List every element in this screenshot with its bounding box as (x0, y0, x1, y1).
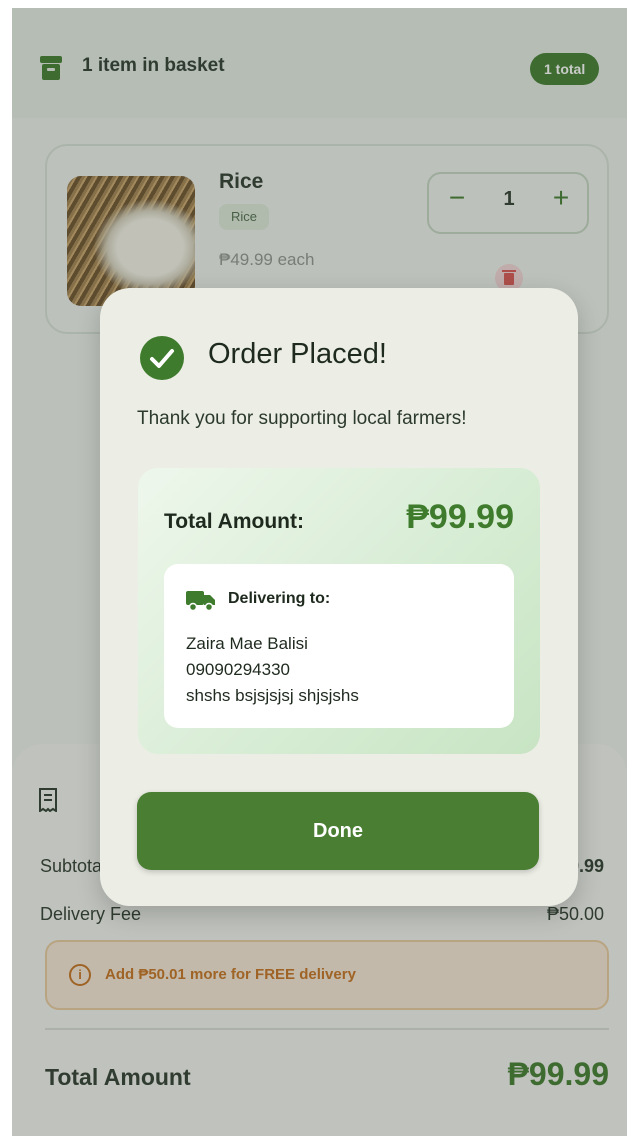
order-placed-dialog: Order Placed! Thank you for supporting l… (100, 288, 578, 906)
delivery-info-card: Delivering to: Zaira Mae Balisi 09090294… (164, 564, 514, 728)
app-screen: 1 item in basket 1 total Rice Rice ₱49.9… (12, 8, 627, 1136)
total-amount-card: Total Amount: ₱99.99 Delivering to: Zair… (138, 468, 540, 754)
dialog-amount-value: ₱99.99 (406, 498, 514, 536)
dialog-title: Order Placed! (208, 338, 387, 370)
recipient-phone: 09090294330 (186, 660, 291, 679)
recipient-name: Zaira Mae Balisi (186, 634, 308, 653)
dialog-amount-label: Total Amount: (164, 510, 304, 533)
delivery-heading: Delivering to: (228, 590, 331, 607)
dialog-subtitle: Thank you for supporting local farmers! (137, 408, 467, 429)
done-button[interactable]: Done (137, 792, 539, 870)
truck-icon (186, 591, 215, 612)
check-circle-icon (140, 336, 184, 380)
recipient-address: shshs bsjsjsjsj shjsjshs (186, 686, 359, 705)
